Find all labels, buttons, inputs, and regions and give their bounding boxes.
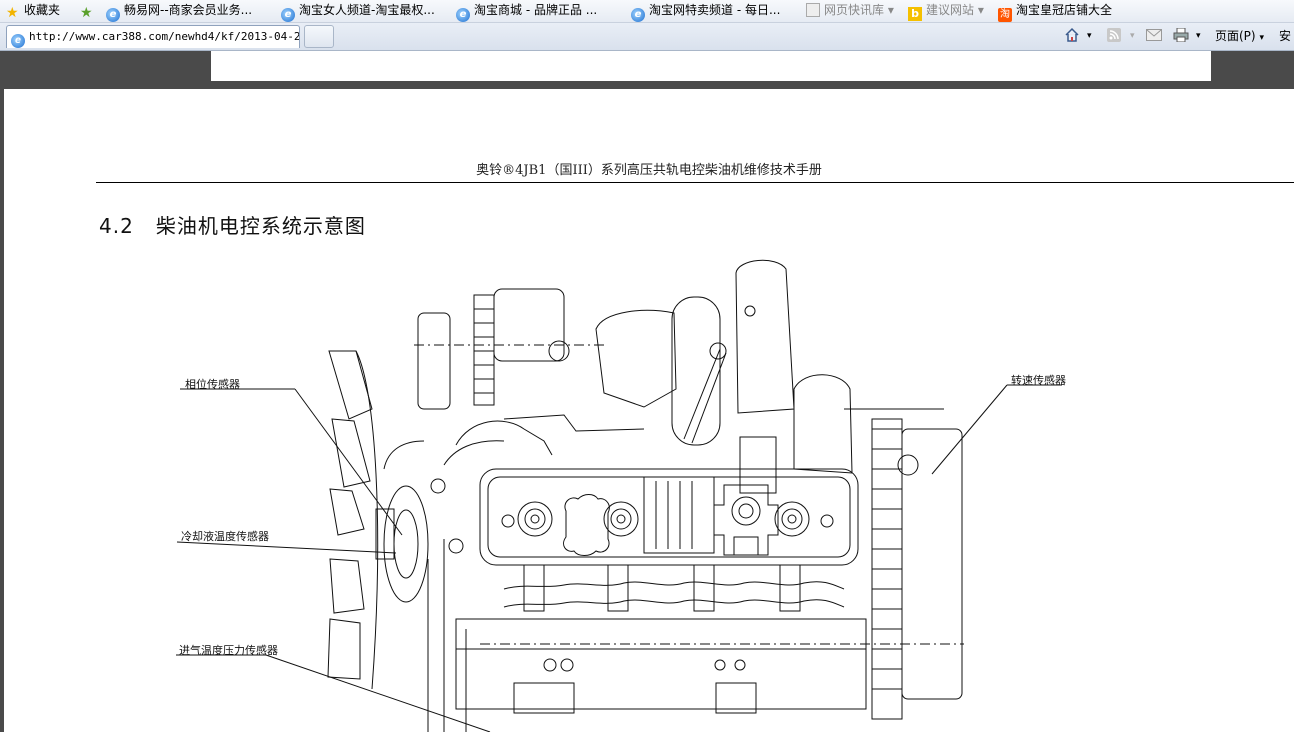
leader-lines — [176, 384, 1062, 732]
favorite-link-label: 建议网站 — [926, 3, 975, 17]
print-dropdown[interactable]: ▾ — [1196, 23, 1201, 49]
favorite-link-label: 淘宝网特卖频道 - 每日... — [649, 3, 781, 17]
home-dropdown[interactable]: ▾ — [1087, 23, 1092, 49]
add-favorite-button[interactable]: ★ — [80, 0, 98, 20]
tab-bar: e http://www.car388.com/newhd4/kf/2013-04… — [0, 23, 1294, 51]
favorite-link-7[interactable]: 淘淘宝皇冠店铺大全 — [998, 0, 1113, 22]
ie-page-icon: e — [106, 8, 120, 22]
favorite-link-label: 淘宝女人频道-淘宝最权... — [299, 3, 435, 17]
feeds-button[interactable] — [1107, 23, 1121, 49]
bing-icon: b — [908, 7, 922, 21]
web-slice-icon — [806, 3, 820, 17]
pulleys — [375, 478, 464, 603]
document-viewport[interactable]: 奥铃®4JB1（国III）系列高压共轨电控柴油机维修技术手册 4.2 柴油机电控… — [0, 51, 1294, 732]
favorite-link-2[interactable]: e 淘宝女人频道-淘宝最权... — [281, 0, 435, 22]
safety-menu[interactable]: 安 — [1279, 23, 1291, 49]
favorite-link-label: 网页快讯库 — [824, 3, 885, 17]
web-slice-gallery-button[interactable]: 网页快讯库 ▾ — [806, 0, 894, 20]
flywheel-housing — [844, 408, 963, 720]
tab-active[interactable]: e http://www.car388.com/newhd4/kf/2013-04… — [6, 25, 300, 48]
ie-page-icon: e — [281, 8, 295, 22]
favorite-link-1[interactable]: e 畅易网--商家会员业务... — [106, 0, 253, 22]
valve-cover — [479, 468, 859, 566]
favorite-link-3[interactable]: e 淘宝商城 - 品牌正品 ... — [456, 0, 598, 22]
page-menu-label: 页面(P) — [1215, 29, 1256, 43]
previous-page-bottom — [211, 51, 1211, 81]
tab-url: http://www.car388.com/newhd4/kf/2013-04-… — [29, 30, 300, 43]
print-button[interactable] — [1173, 23, 1189, 49]
favorites-label: 收藏夹 — [24, 3, 61, 17]
rss-icon — [1107, 28, 1121, 42]
mail-icon — [1146, 29, 1162, 41]
suggested-sites-button[interactable]: b 建议网站 ▾ — [908, 0, 984, 21]
document-page: 奥铃®4JB1（国III）系列高压共轨电控柴油机维修技术手册 4.2 柴油机电控… — [4, 89, 1294, 732]
injectors — [503, 564, 845, 612]
fan-blades — [327, 350, 379, 690]
ie-page-icon: e — [11, 34, 25, 48]
new-tab-button[interactable] — [304, 25, 334, 48]
star-icon: ★ — [6, 5, 19, 21]
taobao-icon: 淘 — [998, 8, 1012, 22]
home-icon — [1065, 27, 1079, 42]
pipes — [383, 414, 645, 470]
add-favorite-icon: ★ — [80, 5, 93, 21]
safety-menu-label: 安 — [1279, 29, 1292, 43]
favorite-link-label: 淘宝商城 - 品牌正品 ... — [474, 3, 598, 17]
favorite-link-label: 畅易网--商家会员业务... — [124, 3, 253, 17]
read-mail-button[interactable] — [1146, 23, 1162, 49]
favorites-bar: ★ 收藏夹 ★ e 畅易网--商家会员业务... e 淘宝女人频道-淘宝最权... e… — [0, 0, 1294, 23]
favorites-button[interactable]: ★ 收藏夹 — [6, 0, 60, 20]
printer-icon — [1173, 27, 1189, 43]
feeds-dropdown[interactable]: ▾ — [1130, 23, 1135, 49]
ie-page-icon: e — [631, 8, 645, 22]
home-button[interactable] — [1064, 23, 1080, 49]
turbocharger — [595, 259, 853, 494]
alternator — [417, 288, 570, 410]
favorite-link-label: 淘宝皇冠店铺大全 — [1016, 3, 1113, 17]
engine-diagram — [176, 259, 1062, 732]
favorite-link-4[interactable]: e 淘宝网特卖频道 - 每日... — [631, 0, 781, 22]
ie-page-icon: e — [456, 8, 470, 22]
page-menu[interactable]: 页面(P) ▾ — [1215, 23, 1264, 49]
